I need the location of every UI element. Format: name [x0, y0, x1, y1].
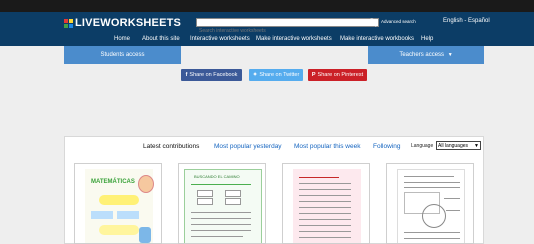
- share-facebook-label: Share on Facebook: [189, 72, 238, 78]
- worksheet-title: MATEMÁTICAS: [91, 179, 135, 185]
- facebook-icon: f: [185, 72, 188, 78]
- language-select[interactable]: All languages ▼: [436, 141, 481, 150]
- text-line: [299, 231, 351, 232]
- search-box[interactable]: [196, 18, 379, 35]
- text-line: [444, 198, 460, 199]
- text-line: [299, 213, 351, 214]
- nav-item-make-workbooks[interactable]: Make interactive workbooks: [340, 36, 414, 42]
- text-line: [404, 238, 460, 239]
- twitter-icon: ✦: [252, 72, 258, 78]
- search-input[interactable]: [197, 27, 369, 35]
- pinterest-icon: P: [311, 72, 316, 78]
- search-button[interactable]: [367, 17, 378, 27]
- browser-top-strip: [0, 0, 534, 12]
- number-box: [117, 211, 139, 219]
- main-nav: Home About this site Interactive workshe…: [0, 36, 534, 45]
- worksheet-card[interactable]: [386, 163, 474, 244]
- worksheet-card[interactable]: MATEMÁTICAS: [74, 163, 162, 244]
- answer-box: [197, 190, 213, 197]
- cartoon-image: [138, 175, 154, 193]
- text-line: [191, 230, 251, 231]
- logo-square-yellow: [69, 18, 73, 23]
- text-line: [299, 177, 339, 178]
- search-icon: [368, 17, 377, 27]
- chevron-down-icon: ▼: [447, 52, 453, 58]
- text-line: [404, 232, 460, 233]
- text-line: [299, 201, 351, 202]
- worksheet-preview: [293, 169, 361, 243]
- share-facebook-button[interactable]: f Share on Facebook: [181, 69, 242, 81]
- worksheet-preview: MATEMÁTICAS: [85, 169, 154, 243]
- worksheet-card[interactable]: [282, 163, 370, 244]
- logo-squares-icon: [64, 18, 73, 28]
- text-line: [446, 210, 460, 211]
- text-line: [191, 224, 251, 225]
- worksheet-preview: BUSCANDO EL CAMINO: [184, 169, 262, 243]
- advanced-search-link[interactable]: Advanced search: [381, 19, 416, 24]
- text-line: [191, 218, 251, 219]
- text-line: [299, 207, 351, 208]
- brand-name: LIVEWORKSHEETS: [75, 17, 182, 29]
- teachers-access-label: Teachers access: [399, 52, 445, 58]
- logo-square-blue: [69, 23, 73, 28]
- text-line: [404, 182, 460, 183]
- language-switch[interactable]: English - Español: [443, 18, 490, 24]
- site-logo[interactable]: LIVEWORKSHEETS: [64, 17, 181, 29]
- text-line: [191, 184, 251, 185]
- text-line: [299, 219, 351, 220]
- nav-item-help[interactable]: Help: [421, 36, 433, 42]
- text-line: [404, 176, 454, 177]
- text-line: [299, 183, 351, 184]
- students-access-button[interactable]: Students access: [64, 46, 181, 64]
- nav-item-interactive-worksheets[interactable]: Interactive worksheets: [190, 36, 250, 42]
- share-pinterest-label: Share on Pinterest: [317, 72, 364, 78]
- text-line: [299, 225, 351, 226]
- text-line: [404, 187, 460, 188]
- worksheet-preview: [397, 169, 465, 243]
- worksheet-card[interactable]: BUSCANDO EL CAMINO: [178, 163, 266, 244]
- logo-square-green: [64, 23, 68, 28]
- text-line: [299, 195, 351, 196]
- worksheet-diagram: [422, 204, 446, 228]
- tab-latest-contributions[interactable]: Latest contributions: [143, 143, 199, 150]
- tab-following[interactable]: Following: [373, 143, 400, 150]
- tab-popular-yesterday[interactable]: Most popular yesterday: [214, 143, 282, 150]
- number-bubble: [99, 225, 139, 235]
- nav-item-about[interactable]: About this site: [142, 36, 180, 42]
- language-filter-label: Language: [411, 143, 434, 149]
- answer-box: [225, 190, 241, 197]
- nav-item-home[interactable]: Home: [114, 36, 130, 42]
- teachers-access-button[interactable]: Teachers access ▼: [368, 46, 484, 64]
- text-line: [299, 237, 351, 238]
- number-bubble: [99, 195, 139, 205]
- nav-item-make-worksheets[interactable]: Make interactive worksheets: [256, 36, 332, 42]
- answer-box: [225, 198, 241, 205]
- text-line: [299, 189, 351, 190]
- logo-square-red: [64, 18, 68, 23]
- text-line: [191, 212, 251, 213]
- share-pinterest-button[interactable]: P Share on Pinterest: [308, 69, 367, 81]
- chevron-down-icon: ▼: [474, 143, 479, 149]
- share-twitter-button[interactable]: ✦ Share on Twitter: [249, 69, 303, 81]
- language-select-value: All languages: [438, 143, 469, 149]
- share-twitter-label: Share on Twitter: [259, 72, 300, 78]
- answer-box: [197, 198, 213, 205]
- worksheet-title: BUSCANDO EL CAMINO: [194, 174, 240, 179]
- students-access-label: Students access: [100, 52, 145, 58]
- tab-popular-week[interactable]: Most popular this week: [294, 143, 360, 150]
- number-box: [91, 211, 113, 219]
- text-line: [191, 236, 243, 237]
- cartoon-image: [139, 227, 151, 243]
